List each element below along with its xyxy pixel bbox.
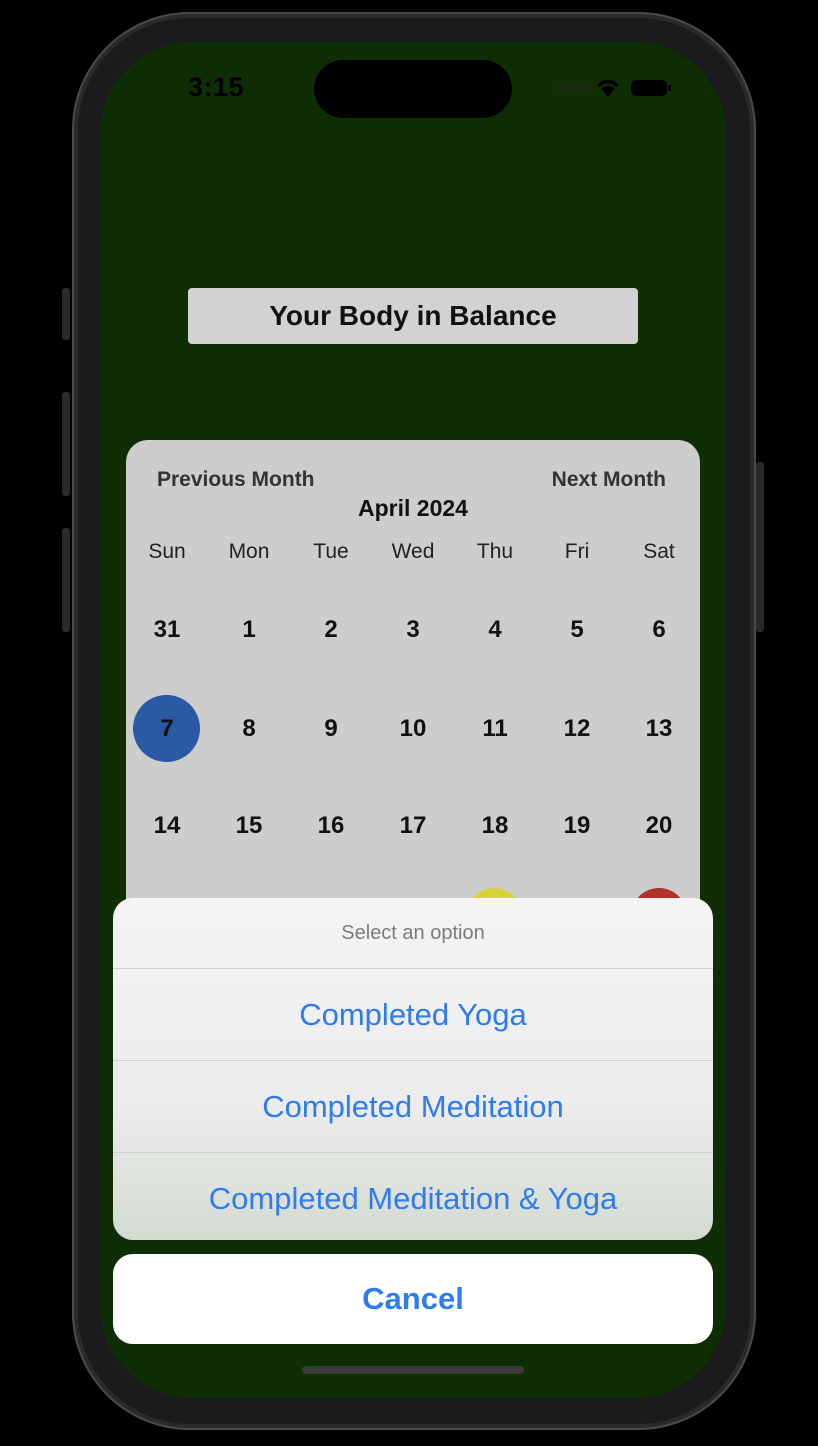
completed-meditation-yoga-option[interactable]: Completed Meditation & Yoga bbox=[113, 1153, 713, 1240]
calendar-day[interactable]: 20 bbox=[618, 792, 700, 860]
calendar-day[interactable]: 5 bbox=[536, 596, 618, 664]
volume-up-button bbox=[62, 392, 70, 496]
home-indicator[interactable] bbox=[302, 1366, 524, 1374]
previous-month-button[interactable]: Previous Month bbox=[157, 468, 315, 492]
completed-yoga-option[interactable]: Completed Yoga bbox=[113, 969, 713, 1061]
calendar-day[interactable]: 17 bbox=[372, 792, 454, 860]
selected-day-label: 7 bbox=[160, 715, 174, 742]
weekday-label: Fri bbox=[564, 540, 590, 563]
battery-icon bbox=[631, 80, 671, 96]
calendar-day[interactable]: 8 bbox=[208, 695, 290, 763]
volume-down-button bbox=[62, 528, 70, 632]
calendar: Previous Month Next Month April 2024 Sun… bbox=[126, 440, 700, 960]
cancel-button[interactable]: Cancel bbox=[113, 1254, 713, 1344]
calendar-day[interactable]: 19 bbox=[536, 792, 618, 860]
calendar-day[interactable]: 16 bbox=[290, 792, 372, 860]
weekday-header: Sun Mon Tue Wed Thu Fri Sat bbox=[126, 540, 700, 564]
calendar-day[interactable]: 10 bbox=[372, 695, 454, 763]
weekday-label: Sat bbox=[643, 540, 675, 563]
weekday-label: Mon bbox=[228, 540, 270, 563]
completed-meditation-option[interactable]: Completed Meditation bbox=[113, 1061, 713, 1153]
power-button bbox=[756, 462, 764, 632]
calendar-day[interactable]: 15 bbox=[208, 792, 290, 860]
calendar-day[interactable]: 31 bbox=[126, 596, 208, 664]
calendar-day[interactable]: 9 bbox=[290, 695, 372, 763]
calendar-day[interactable]: 3 bbox=[372, 596, 454, 664]
weekday-label: Sun bbox=[148, 540, 186, 563]
mute-switch bbox=[62, 288, 70, 340]
calendar-day-selected[interactable]: 7 bbox=[126, 695, 208, 763]
calendar-day[interactable]: 14 bbox=[126, 792, 208, 860]
calendar-week: 31 1 2 3 4 5 6 bbox=[126, 596, 700, 664]
signal-dots-icon bbox=[556, 85, 586, 91]
app-title: Your Body in Balance bbox=[188, 288, 638, 344]
calendar-day[interactable]: 13 bbox=[618, 695, 700, 763]
screen: 3:15 Your Body in Balance Previous Month… bbox=[100, 42, 726, 1398]
month-label: April 2024 bbox=[358, 495, 468, 521]
wifi-icon bbox=[596, 80, 620, 97]
action-sheet: Select an option Completed Yoga Complete… bbox=[113, 898, 713, 1240]
calendar-day[interactable]: 11 bbox=[454, 695, 536, 763]
calendar-day[interactable]: 2 bbox=[290, 596, 372, 664]
calendar-day[interactable]: 6 bbox=[618, 596, 700, 664]
next-month-button[interactable]: Next Month bbox=[552, 468, 666, 492]
calendar-day[interactable]: 4 bbox=[454, 596, 536, 664]
weekday-label: Thu bbox=[476, 540, 514, 563]
calendar-day[interactable]: 1 bbox=[208, 596, 290, 664]
dynamic-island bbox=[314, 60, 512, 118]
status-icons bbox=[556, 78, 672, 98]
calendar-week: 7 8 9 10 11 12 13 bbox=[126, 695, 700, 763]
weekday-label: Tue bbox=[313, 540, 349, 563]
status-time: 3:15 bbox=[188, 72, 245, 102]
calendar-week: 14 15 16 17 18 19 20 bbox=[126, 792, 700, 860]
weekday-label: Wed bbox=[391, 540, 435, 563]
action-sheet-title: Select an option bbox=[113, 898, 713, 969]
calendar-day[interactable]: 12 bbox=[536, 695, 618, 763]
calendar-day[interactable]: 18 bbox=[454, 792, 536, 860]
